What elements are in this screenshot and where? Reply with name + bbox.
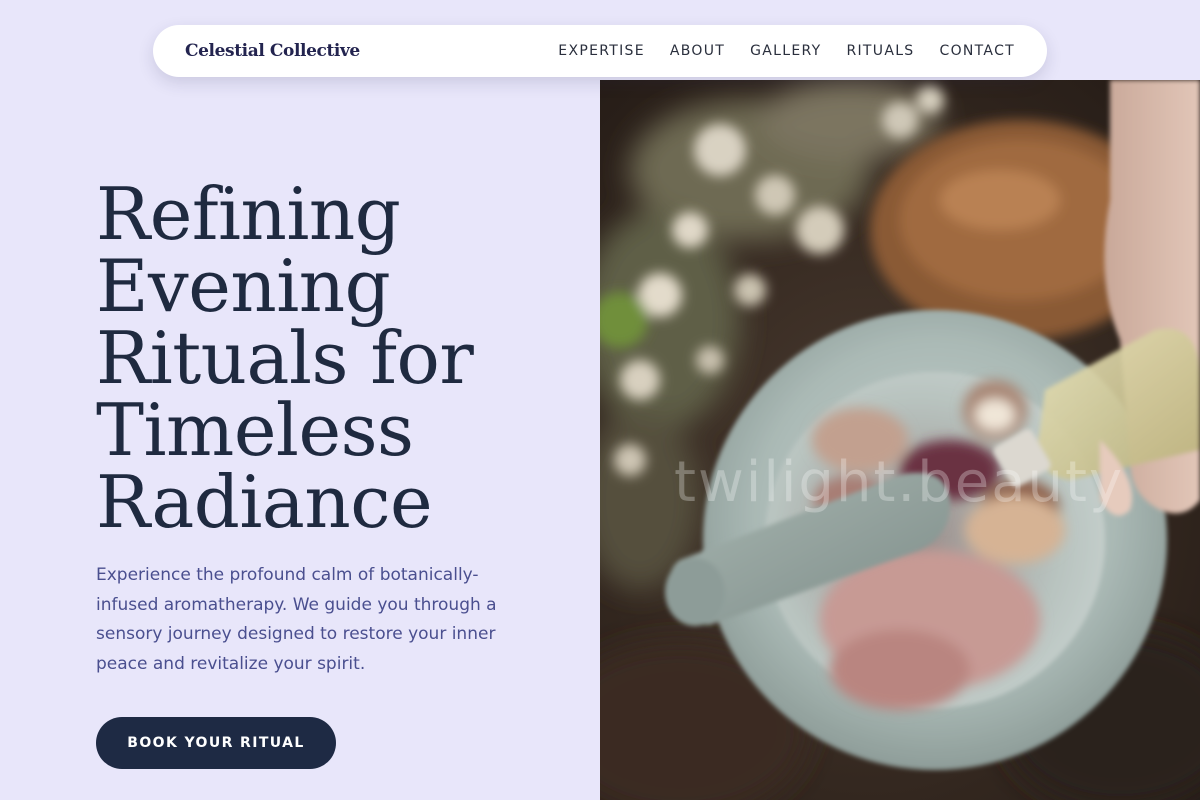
book-ritual-button[interactable]: BOOK YOUR RITUAL xyxy=(96,717,336,769)
hero-title: Refining Evening Rituals for Timeless Ra… xyxy=(96,178,576,538)
navbar: Celestial Collective EXPERTISE ABOUT GAL… xyxy=(153,25,1047,77)
brand-logo[interactable]: Celestial Collective xyxy=(185,41,360,61)
main-nav: EXPERTISE ABOUT GALLERY RITUALS CONTACT xyxy=(558,43,1015,59)
nav-link-expertise[interactable]: EXPERTISE xyxy=(558,43,645,59)
hero-title-line: Rituals for xyxy=(96,316,474,400)
hero-title-line: Radiance xyxy=(96,460,433,544)
nav-link-gallery[interactable]: GALLERY xyxy=(750,43,821,59)
hero-title-line: Refining xyxy=(96,172,401,256)
nav-link-rituals[interactable]: RITUALS xyxy=(846,43,914,59)
hero-title-line: Timeless xyxy=(96,388,414,472)
hero-title-line: Evening xyxy=(96,244,391,328)
hero-image: twilight.beauty xyxy=(600,80,1200,800)
mortar-pestle-illustration xyxy=(600,80,1200,800)
watermark-text: twilight.beauty xyxy=(674,450,1125,515)
hero-description: Experience the profound calm of botanica… xyxy=(96,565,497,674)
nav-link-contact[interactable]: CONTACT xyxy=(940,43,1016,59)
nav-link-about[interactable]: ABOUT xyxy=(670,43,725,59)
